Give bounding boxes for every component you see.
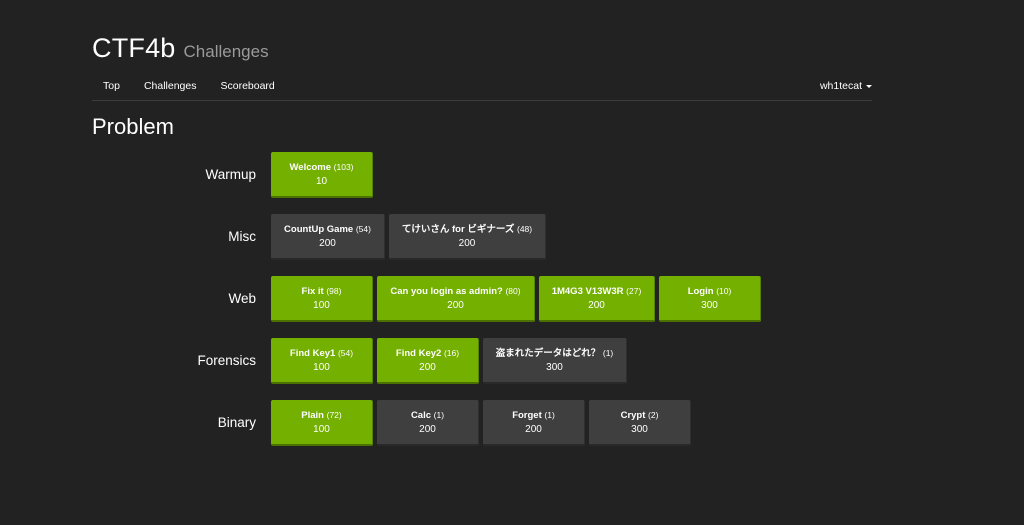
category-name: Warmup [205,167,256,182]
challenge-points: 200 [588,300,605,311]
challenge-title: てけいさん for ビギナーズ [401,224,515,235]
challenge-button[interactable]: Login (10) 300 [659,276,761,322]
solve-count: (2) [648,410,659,420]
challenge-button[interactable]: Crypt (2) 300 [589,400,691,446]
challenge-title: Plain [301,410,324,421]
challenge-button[interactable]: Fix it (98) 100 [271,276,373,322]
challenge-button[interactable]: Forget (1) 200 [483,400,585,446]
challenge-title: Forget [512,410,542,421]
challenge-title: Can you login as admin? [390,286,503,297]
challenge-title: 盗まれたデータはどれ？ [495,348,601,359]
challenge-points: 200 [525,424,542,435]
solve-count: (1) [602,348,614,358]
challenge-points: 300 [701,300,718,311]
solve-count: (27) [626,286,642,296]
nav-item-scoreboard[interactable]: Scoreboard [208,80,286,92]
solve-count: (72) [326,410,342,420]
challenge-title-line: CountUp Game (54) [281,222,374,237]
challenge-title: 1M4G3 V13W3R [551,286,624,297]
username: wh1tecat [819,80,862,92]
nav-links: Top Challenges Scoreboard [92,80,287,92]
site-header: CTF4b Challenges [92,33,269,64]
challenge-button[interactable]: Find Key1 (54) 100 [271,338,373,384]
challenge-points: 300 [546,362,563,373]
challenge-title: Find Key2 [395,348,442,359]
category-challenges: Plain (72) 100 Calc (1) 200 Forget (1) 200 Cry… [271,400,691,446]
nav-item-challenges[interactable]: Challenges [132,80,209,92]
solve-count: (103) [333,162,354,172]
challenge-button[interactable]: Find Key2 (16) 200 [377,338,479,384]
challenge-points: 100 [313,300,330,311]
solve-count: (48) [516,224,533,234]
challenge-button[interactable]: 盗まれたデータはどれ？ (1) 300 [483,338,627,384]
challenge-points: 300 [631,424,648,435]
challenge-title-line: Find Key2 (16) [387,346,468,361]
challenge-button[interactable]: てけいさん for ビギナーズ (48) 200 [389,214,546,260]
challenge-title-line: Fix it (98) [281,284,362,299]
category-challenges: Welcome (103) 10 [271,152,373,198]
page: CTF4b Challenges Top Challenges Scoreboa… [0,0,1024,525]
challenge-title: Calc [410,410,432,421]
challenge-title-line: Forget (1) [493,408,574,423]
category-name: Web [228,291,256,306]
category-row-warmup: Warmup Welcome (103) 10 [0,152,1024,198]
solve-count: (98) [326,286,342,296]
solve-count: (54) [355,224,371,234]
challenge-title: Find Key1 [289,348,336,359]
challenge-points: 200 [458,238,476,249]
challenge-points: 200 [447,300,464,311]
challenge-title-line: Can you login as admin? (80) [387,284,524,299]
category-challenges: CountUp Game (54) 200 てけいさん for ビギナーズ (48)… [271,214,546,260]
challenge-button[interactable]: Calc (1) 200 [377,400,479,446]
challenge-title-line: Login (10) [669,284,750,299]
category-challenges: Fix it (98) 100 Can you login as admin? (8… [271,276,761,322]
solve-count: (10) [716,286,732,296]
category-challenges: Find Key1 (54) 100 Find Key2 (16) 200 盗まれたデー… [271,338,627,384]
challenge-button[interactable]: Can you login as admin? (80) 200 [377,276,535,322]
challenge-title-line: Crypt (2) [599,408,680,423]
challenge-title: Fix it [301,286,324,297]
category-name: Forensics [197,353,256,368]
page-title: Problem [92,114,174,139]
challenge-title-line: 1M4G3 V13W3R (27) [549,284,644,299]
solve-count: (16) [443,348,460,358]
nav-item-top[interactable]: Top [92,80,132,92]
challenge-title-line: Find Key1 (54) [281,346,362,361]
challenge-title-line: てけいさん for ビギナーズ (48) [399,222,535,237]
challenge-points: 200 [419,362,436,373]
navbar: Top Challenges Scoreboard wh1tecat [92,72,872,101]
challenge-button[interactable]: 1M4G3 V13W3R (27) 200 [539,276,655,322]
challenge-title: CountUp Game [284,224,354,235]
caret-down-icon [866,85,872,88]
challenge-points: 100 [313,424,330,435]
user-menu[interactable]: wh1tecat [820,80,872,92]
brand-title[interactable]: CTF4b [92,33,176,64]
category-name: Binary [217,415,256,430]
solve-count: (1) [433,410,445,420]
challenge-title-line: Plain (72) [281,408,362,423]
challenge-button[interactable]: Plain (72) 100 [271,400,373,446]
challenge-title: Welcome [289,162,332,173]
category-name: Misc [228,229,256,244]
challenge-title-line: Calc (1) [387,408,468,423]
challenge-title: Crypt [620,410,646,421]
category-row-misc: Misc CountUp Game (54) 200 てけいさん for ビギナーズ … [0,214,1024,260]
challenge-points: 200 [319,238,336,249]
category-row-forensics: Forensics Find Key1 (54) 100 Find Key2 (16)… [0,338,1024,384]
category-row-web: Web Fix it (98) 100 Can you login as admin?… [0,276,1024,322]
brand-subtitle: Challenges [183,42,269,61]
category-row-binary: Binary Plain (72) 100 Calc (1) 200 Forget (1)… [0,400,1024,446]
challenge-points: 200 [419,424,436,435]
challenge-points: 100 [313,362,330,373]
challenge-button[interactable]: CountUp Game (54) 200 [271,214,385,260]
challenge-points: 10 [315,176,328,187]
solve-count: (80) [505,286,521,296]
challenge-button[interactable]: Welcome (103) 10 [271,152,373,198]
solve-count: (54) [337,348,354,358]
challenge-title-line: Welcome (103) [281,160,362,175]
solve-count: (1) [544,410,555,420]
challenge-title: Login [687,286,714,297]
challenge-title-line: 盗まれたデータはどれ？ (1) [493,346,616,361]
